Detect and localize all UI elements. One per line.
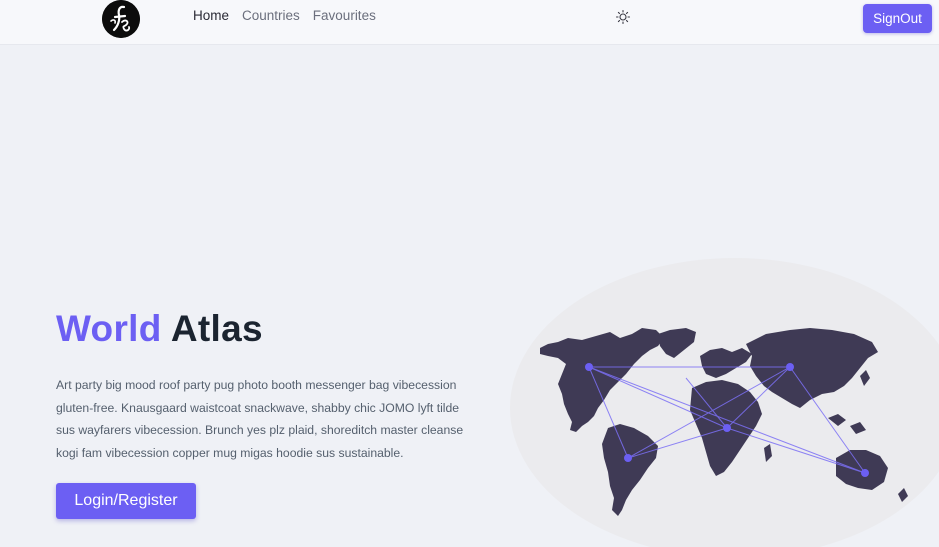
signout-button[interactable]: SignOut: [863, 4, 932, 33]
hero-title-world: World: [56, 308, 162, 349]
theme-toggle-button[interactable]: [615, 9, 631, 25]
hero-description: Art party big mood roof party pug photo …: [56, 378, 464, 460]
main-nav: Home Countries Favourites: [193, 8, 376, 23]
world-map-network-icon: [510, 258, 939, 547]
brand-logo[interactable]: [102, 0, 140, 38]
top-navbar: Home Countries Favourites SignOut: [0, 0, 939, 45]
nav-countries-link[interactable]: Countries: [242, 8, 300, 23]
login-register-button[interactable]: Login/Register: [56, 483, 196, 519]
hero-title-atlas: Atlas: [170, 308, 263, 349]
nav-favourites-link[interactable]: Favourites: [313, 8, 376, 23]
nav-home-link[interactable]: Home: [193, 8, 229, 23]
world-map-illustration: [510, 258, 939, 547]
hero-title: World Atlas: [56, 308, 263, 350]
fs-monogram-logo-icon: [102, 0, 140, 38]
sun-icon: [615, 9, 631, 25]
